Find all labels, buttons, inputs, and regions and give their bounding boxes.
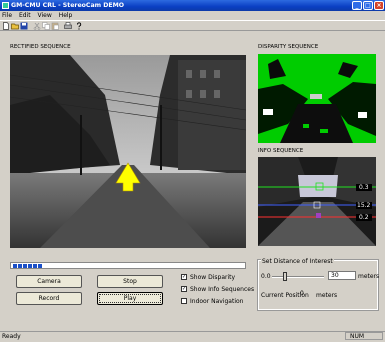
- maximize-button[interactable]: □: [363, 1, 373, 10]
- progress-block: [33, 264, 37, 268]
- rectified-sequence-view: [10, 55, 246, 248]
- menu-bar: File Edit View Help: [0, 11, 385, 20]
- menu-help[interactable]: Help: [59, 12, 73, 19]
- open-icon[interactable]: [11, 22, 19, 30]
- indoor-navigation-label: Indoor Navigation: [190, 298, 244, 305]
- status-text: Ready: [2, 333, 21, 340]
- distance-input[interactable]: 30: [328, 271, 356, 280]
- paste-icon[interactable]: [51, 22, 59, 30]
- indoor-navigation-checkbox[interactable]: [181, 298, 187, 304]
- menu-edit[interactable]: Edit: [19, 12, 31, 19]
- distance-of-interest-group: [257, 259, 379, 311]
- minimize-button[interactable]: _: [352, 1, 362, 10]
- show-info-sequences-checkbox[interactable]: ✓: [181, 286, 187, 292]
- print-icon[interactable]: [64, 22, 72, 30]
- disparity-map-image: [258, 54, 376, 143]
- stop-button[interactable]: Stop: [97, 275, 163, 288]
- current-position-value: 0: [300, 290, 304, 297]
- camera-button[interactable]: Camera: [16, 275, 82, 288]
- menu-view[interactable]: View: [38, 12, 52, 19]
- distance-unit-label: meters: [358, 273, 380, 280]
- distance-slider-thumb[interactable]: [283, 272, 287, 281]
- distance-group-title: Set Distance of Interest: [261, 258, 334, 265]
- save-icon[interactable]: [20, 22, 28, 30]
- status-bar: Ready: [0, 331, 385, 341]
- cut-icon[interactable]: [33, 22, 41, 30]
- close-button[interactable]: ×: [374, 1, 384, 10]
- rectified-road-image: [10, 55, 246, 248]
- title-bar[interactable]: GM-CMU CRL - StereoCam DEMO _ □ ×: [0, 0, 385, 11]
- progress-block: [18, 264, 22, 268]
- show-info-sequences-label: Show Info Sequences: [190, 286, 255, 293]
- window-title: GM-CMU CRL - StereoCam DEMO: [11, 2, 125, 9]
- record-button[interactable]: Record: [16, 292, 82, 305]
- rectified-sequence-title: RECTIFIED SEQUENCE: [10, 44, 71, 50]
- distance-min-label: 0.0: [261, 273, 271, 280]
- progress-block: [28, 264, 32, 268]
- info-sequence-title: INFO SEQUENCE: [258, 148, 304, 154]
- num-lock-indicator: NUM: [345, 332, 383, 340]
- playback-progress-bar: [10, 262, 246, 269]
- app-window: GM-CMU CRL - StereoCam DEMO _ □ × File E…: [0, 0, 385, 341]
- disparity-sequence-title: DISPARITY SEQUENCE: [258, 44, 319, 50]
- copy-icon[interactable]: [42, 22, 50, 30]
- progress-block: [23, 264, 27, 268]
- current-position-unit: meters: [316, 292, 338, 299]
- info-label-bottom: 0.2: [359, 214, 369, 221]
- info-label-middle: 15.2: [357, 202, 371, 209]
- play-button[interactable]: Play: [97, 292, 163, 305]
- help-icon[interactable]: [75, 22, 83, 30]
- menu-file[interactable]: File: [2, 12, 12, 19]
- app-icon: [2, 2, 9, 9]
- show-disparity-checkbox[interactable]: ✓: [181, 274, 187, 280]
- progress-block: [13, 264, 17, 268]
- distance-slider[interactable]: [272, 276, 324, 278]
- progress-block: [38, 264, 42, 268]
- show-disparity-label: Show Disparity: [190, 274, 236, 281]
- disparity-sequence-view: [258, 54, 376, 143]
- toolbar: [0, 20, 385, 31]
- info-label-top: 0.3: [359, 184, 369, 191]
- new-icon[interactable]: [2, 22, 10, 30]
